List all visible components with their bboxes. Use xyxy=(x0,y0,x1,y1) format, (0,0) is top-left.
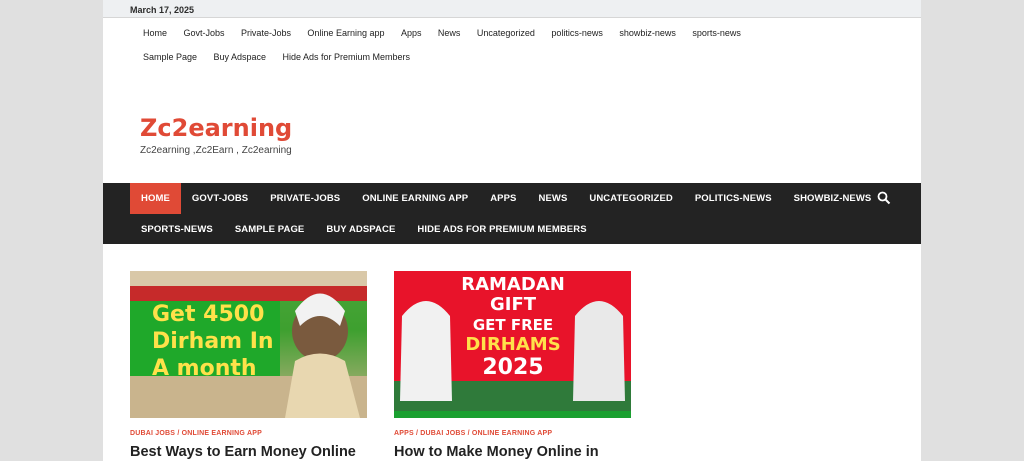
post-thumbnail[interactable]: RAMADAN GIFT GET FREE DIRHAMS 2025 xyxy=(394,271,631,418)
post-thumbnail[interactable]: Get 4500 Dirham In A month xyxy=(130,271,367,418)
main-nav-private-jobs[interactable]: PRIVATE-JOBS xyxy=(259,183,351,214)
page-container: March 17, 2025 Home Govt-Jobs Private-Jo… xyxy=(103,0,921,461)
site-tagline: Zc2earning ,Zc2Earn , Zc2earning xyxy=(140,145,292,156)
post-title[interactable]: How to Make Money Online in xyxy=(394,443,631,461)
main-nav-row-1: HOME GOVT-JOBS PRIVATE-JOBS ONLINE EARNI… xyxy=(130,183,921,214)
site-branding: Zc2earning Zc2earning ,Zc2Earn , Zc2earn… xyxy=(140,114,292,156)
header-date: March 17, 2025 xyxy=(130,5,195,15)
main-nav-news[interactable]: NEWS xyxy=(527,183,578,214)
top-nav-sample-page[interactable]: Sample Page xyxy=(143,45,197,69)
post-card: Get 4500 Dirham In A month DUBAI JOBS / … xyxy=(130,271,367,461)
main-nav-sports-news[interactable]: SPORTS-NEWS xyxy=(130,214,224,245)
main-nav-apps[interactable]: APPS xyxy=(479,183,527,214)
post-categories[interactable]: DUBAI JOBS / ONLINE EARNING APP xyxy=(130,430,367,437)
main-nav-online-earning-app[interactable]: ONLINE EARNING APP xyxy=(351,183,479,214)
thumbnail-line: GET FREE xyxy=(472,316,554,334)
thumbnail-line: Get 4500 xyxy=(152,302,265,327)
thumbnail-line: 2025 xyxy=(482,355,544,380)
thumbnail-line: Dirham In xyxy=(152,329,274,354)
top-navigation: Home Govt-Jobs Private-Jobs Online Earni… xyxy=(103,18,823,69)
top-nav-showbiz-news[interactable]: showbiz-news xyxy=(619,21,676,45)
thumbnail-line: GIFT xyxy=(489,294,537,315)
top-nav-sports-news[interactable]: sports-news xyxy=(692,21,741,45)
main-nav-hide-ads[interactable]: HIDE ADS FOR PREMIUM MEMBERS xyxy=(406,214,597,245)
main-nav-home[interactable]: HOME xyxy=(130,183,181,214)
search-icon[interactable] xyxy=(877,191,891,205)
top-nav-uncategorized[interactable]: Uncategorized xyxy=(477,21,535,45)
thumbnail-line: RAMADAN xyxy=(461,274,565,295)
top-nav-apps[interactable]: Apps xyxy=(401,21,422,45)
main-navigation: HOME GOVT-JOBS PRIVATE-JOBS ONLINE EARNI… xyxy=(103,183,921,244)
post-card: RAMADAN GIFT GET FREE DIRHAMS 2025 APPS … xyxy=(394,271,631,461)
top-bar: March 17, 2025 xyxy=(103,0,921,18)
main-nav-showbiz-news[interactable]: SHOWBIZ-NEWS xyxy=(783,183,883,214)
main-nav-sample-page[interactable]: SAMPLE PAGE xyxy=(224,214,316,245)
top-nav-private-jobs[interactable]: Private-Jobs xyxy=(241,21,291,45)
top-nav-hide-ads[interactable]: Hide Ads for Premium Members xyxy=(283,45,411,69)
top-nav-home[interactable]: Home xyxy=(143,21,167,45)
main-nav-politics-news[interactable]: POLITICS-NEWS xyxy=(684,183,783,214)
main-nav-uncategorized[interactable]: UNCATEGORIZED xyxy=(578,183,683,214)
thumbnail-line: A month xyxy=(152,356,257,381)
main-nav-govt-jobs[interactable]: GOVT-JOBS xyxy=(181,183,259,214)
top-nav-online-earning-app[interactable]: Online Earning app xyxy=(307,21,384,45)
top-nav-govt-jobs[interactable]: Govt-Jobs xyxy=(183,21,224,45)
top-nav-politics-news[interactable]: politics-news xyxy=(551,21,603,45)
top-nav-news[interactable]: News xyxy=(438,21,461,45)
main-nav-row-2: SPORTS-NEWS SAMPLE PAGE BUY ADSPACE HIDE… xyxy=(130,214,921,244)
site-title[interactable]: Zc2earning xyxy=(140,114,292,142)
main-nav-buy-adspace[interactable]: BUY ADSPACE xyxy=(315,214,406,245)
post-categories[interactable]: APPS / DUBAI JOBS / ONLINE EARNING APP xyxy=(394,430,631,437)
thumbnail-line: DIRHAMS xyxy=(465,334,561,355)
post-title[interactable]: Best Ways to Earn Money Online in xyxy=(130,443,367,461)
top-nav-buy-adspace[interactable]: Buy Adspace xyxy=(214,45,267,69)
